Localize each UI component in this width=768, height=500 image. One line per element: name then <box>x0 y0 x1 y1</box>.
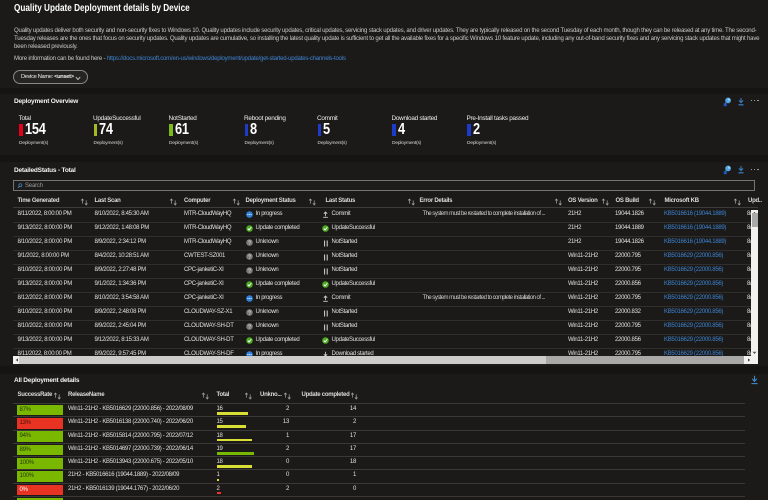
svg-text:?: ? <box>248 255 251 261</box>
svg-text:?: ? <box>248 311 251 317</box>
svg-text:?: ? <box>248 269 251 275</box>
svg-text:?: ? <box>248 325 251 331</box>
svg-text:?: ? <box>248 241 251 247</box>
